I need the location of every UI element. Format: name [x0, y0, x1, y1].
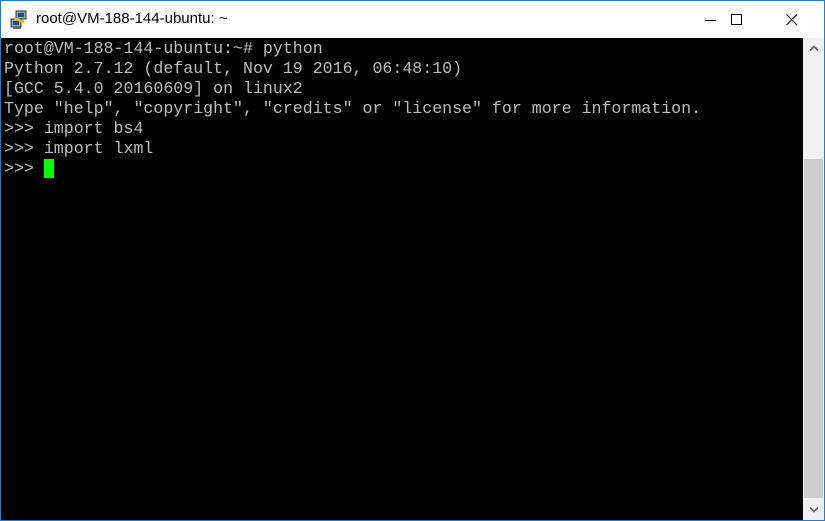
terminal-line: Type "help", "copyright", "credits" or "… — [4, 99, 702, 118]
terminal-line: [GCC 5.4.0 20160609] on linux2 — [4, 79, 303, 98]
close-icon — [786, 13, 798, 25]
terminal-line: root@VM-188-144-ubuntu:~# python — [4, 39, 323, 58]
terminal-prompt-line: >>> — [4, 159, 54, 179]
maximize-button[interactable] — [714, 1, 760, 38]
title-bar[interactable]: root@VM-188-144-ubuntu: ~ — [1, 1, 824, 38]
scroll-thumb[interactable] — [804, 159, 823, 498]
chevron-up-icon — [808, 45, 819, 51]
putty-icon[interactable] — [10, 10, 30, 30]
terminal-window: root@VM-188-144-ubuntu: ~ root@VM-188-14… — [0, 0, 825, 521]
terminal-line: >>> import bs4 — [4, 119, 144, 138]
prompt: >>> — [4, 159, 44, 178]
scroll-down-button[interactable] — [803, 500, 824, 520]
close-button[interactable] — [769, 1, 815, 38]
scroll-up-button[interactable] — [803, 38, 824, 58]
window-title: root@VM-188-144-ubuntu: ~ — [36, 10, 228, 27]
terminal-output[interactable]: root@VM-188-144-ubuntu:~# python Python … — [1, 38, 803, 520]
maximize-icon — [731, 13, 742, 25]
vertical-scrollbar[interactable] — [803, 38, 824, 520]
terminal-line: Python 2.7.12 (default, Nov 19 2016, 06:… — [4, 59, 463, 78]
chevron-down-icon — [808, 507, 819, 513]
text-cursor — [43, 159, 54, 178]
terminal-line: >>> import lxml — [4, 139, 154, 158]
